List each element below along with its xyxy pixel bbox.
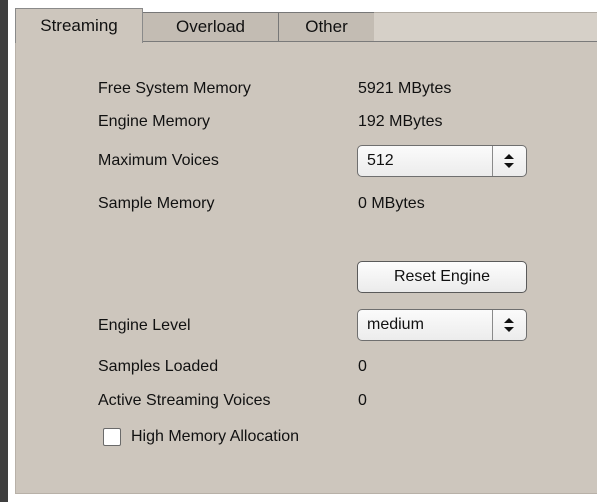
high-memory-allocation-label[interactable]: High Memory Allocation [131,427,299,447]
tab-strip-fill [374,12,597,41]
active-streaming-voices-value: 0 [358,392,367,409]
maximum-voices-select[interactable]: 512 [357,145,527,177]
engine-level-value: medium [367,316,424,333]
select-divider [492,146,493,176]
samples-loaded-value: 0 [358,358,367,375]
free-system-memory-label: Free System Memory [98,80,251,97]
engine-level-select[interactable]: medium [357,309,527,341]
tab-strip: Streaming Overload Other [15,8,597,43]
free-system-memory-value: 5921 MBytes [358,80,452,97]
reset-engine-button[interactable]: Reset Engine [357,261,527,293]
tab-streaming[interactable]: Streaming [15,8,143,43]
engine-memory-value: 192 MBytes [358,113,443,130]
samples-loaded-label: Samples Loaded [98,358,219,375]
up-down-arrows-icon [504,318,514,332]
tab-overload[interactable]: Overload [142,12,279,41]
preferences-window: Streaming Overload Other Free System Mem… [0,0,597,502]
window-edge [0,0,8,502]
sample-memory-value: 0 MBytes [358,195,425,212]
select-divider [492,310,493,340]
tab-other[interactable]: Other [278,12,375,41]
active-streaming-voices-label: Active Streaming Voices [98,392,271,409]
engine-level-label: Engine Level [98,317,191,334]
engine-memory-label: Engine Memory [98,113,211,130]
maximum-voices-value: 512 [367,152,394,169]
maximum-voices-label: Maximum Voices [98,152,219,169]
high-memory-allocation-checkbox[interactable] [103,428,121,446]
sample-memory-label: Sample Memory [98,195,215,212]
up-down-arrows-icon [504,154,514,168]
